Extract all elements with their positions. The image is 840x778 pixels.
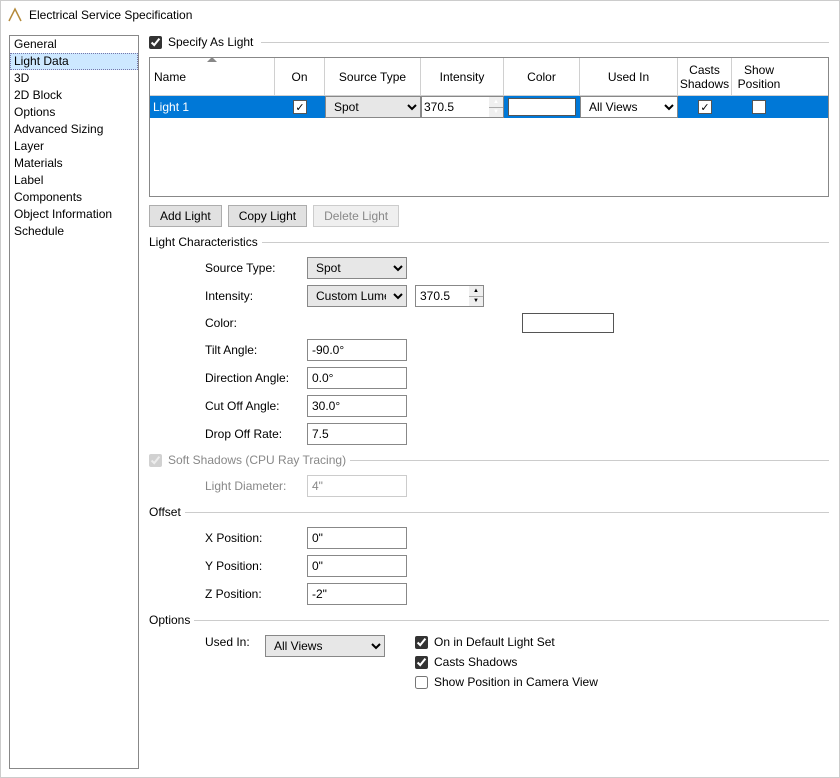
options-casts-shadows-label: Casts Shadows	[434, 655, 517, 669]
light-diameter-label: Light Diameter:	[205, 479, 299, 493]
cut-off-angle-field[interactable]	[307, 395, 407, 417]
col-used-in[interactable]: Used In	[580, 58, 678, 95]
sidebar-item-label[interactable]: Label	[10, 172, 138, 189]
offset-legend: Offset	[149, 505, 185, 519]
x-position-label: X Position:	[205, 531, 299, 545]
grid-buttons: Add Light Copy Light Delete Light	[149, 205, 829, 227]
grid-row[interactable]: Light 1 Spot ▲▼	[150, 96, 828, 118]
specify-as-light-label: Specify As Light	[168, 35, 253, 49]
sort-asc-icon	[207, 57, 217, 62]
col-color[interactable]: Color	[504, 58, 580, 95]
sidebar-item-materials[interactable]: Materials	[10, 155, 138, 172]
direction-angle-label: Direction Angle:	[205, 371, 299, 385]
z-position-label: Z Position:	[205, 587, 299, 601]
col-on[interactable]: On	[275, 58, 325, 95]
direction-angle-field[interactable]	[307, 367, 407, 389]
col-casts-shadows[interactable]: Casts Shadows	[678, 58, 732, 95]
options-legend: Options	[149, 613, 194, 627]
cell-source-type[interactable]: Spot	[325, 96, 421, 118]
show-position-checkbox[interactable]	[752, 100, 766, 114]
source-type-select[interactable]: Spot	[325, 96, 421, 118]
sidebar-item-light-data[interactable]: Light Data	[10, 53, 138, 70]
tilt-angle-label: Tilt Angle:	[205, 343, 299, 357]
dialog-window: Electrical Service Specification General…	[0, 0, 840, 778]
cell-casts-shadows[interactable]	[678, 96, 732, 118]
source-type-field[interactable]: Spot	[307, 257, 407, 279]
soft-shadows-input	[149, 454, 162, 467]
y-position-label: Y Position:	[205, 559, 299, 573]
sidebar-item-advanced-sizing[interactable]: Advanced Sizing	[10, 121, 138, 138]
on-in-default-input[interactable]	[415, 636, 428, 649]
on-checkbox[interactable]	[293, 100, 307, 114]
options-used-in-field[interactable]: All Views	[265, 635, 385, 657]
col-source-type[interactable]: Source Type	[325, 58, 421, 95]
color-label: Color:	[205, 316, 299, 330]
options-show-position-checkbox[interactable]: Show Position in Camera View	[415, 675, 598, 689]
drop-off-rate-field[interactable]	[307, 423, 407, 445]
sidebar-item-options[interactable]: Options	[10, 104, 138, 121]
z-position-field[interactable]	[307, 583, 407, 605]
cell-on[interactable]	[275, 96, 325, 118]
cut-off-angle-label: Cut Off Angle:	[205, 399, 299, 413]
sidebar-item-2d-block[interactable]: 2D Block	[10, 87, 138, 104]
light-characteristics-legend: Light Characteristics	[149, 235, 262, 249]
sidebar-item-object-information[interactable]: Object Information	[10, 206, 138, 223]
y-position-field[interactable]	[307, 555, 407, 577]
color-swatch[interactable]	[508, 98, 576, 116]
x-position-field[interactable]	[307, 527, 407, 549]
add-light-button[interactable]: Add Light	[149, 205, 222, 227]
on-in-default-label: On in Default Light Set	[434, 635, 555, 649]
light-characteristics-group: Light Characteristics Source Type: Spot …	[149, 235, 829, 445]
intensity-value-field[interactable]	[415, 285, 469, 307]
lights-grid: Name On Source Type Intensity Color Used…	[149, 57, 829, 197]
col-name[interactable]: Name	[150, 58, 275, 95]
sidebar-item-layer[interactable]: Layer	[10, 138, 138, 155]
used-in-select[interactable]: All Views	[580, 96, 678, 118]
soft-shadows-label: Soft Shadows (CPU Ray Tracing)	[168, 453, 346, 467]
casts-shadows-checkbox[interactable]	[698, 100, 712, 114]
intensity-spinner[interactable]: ▲▼	[489, 96, 504, 118]
titlebar: Electrical Service Specification	[1, 1, 839, 29]
options-casts-shadows-input[interactable]	[415, 656, 428, 669]
options-casts-shadows-checkbox[interactable]: Casts Shadows	[415, 655, 598, 669]
cell-show-position[interactable]	[732, 96, 786, 118]
color-field[interactable]	[522, 313, 614, 333]
cell-color[interactable]	[504, 96, 580, 118]
sidebar-item-schedule[interactable]: Schedule	[10, 223, 138, 240]
offset-group: Offset X Position: Y Position: Z Positio…	[149, 505, 829, 605]
options-group: Options Used In: All Views On in Default…	[149, 613, 829, 689]
options-show-position-input[interactable]	[415, 676, 428, 689]
tilt-angle-field[interactable]	[307, 339, 407, 361]
options-show-position-label: Show Position in Camera View	[434, 675, 598, 689]
grid-header-row: Name On Source Type Intensity Color Used…	[150, 58, 828, 96]
intensity-input[interactable]	[421, 96, 489, 118]
category-sidebar[interactable]: General Light Data 3D 2D Block Options A…	[9, 35, 139, 769]
delete-light-button: Delete Light	[313, 205, 399, 227]
options-used-in-label: Used In:	[205, 635, 257, 649]
sidebar-item-general[interactable]: General	[10, 36, 138, 53]
dialog-title: Electrical Service Specification	[29, 8, 192, 22]
sidebar-item-3d[interactable]: 3D	[10, 70, 138, 87]
intensity-value-spinner[interactable]: ▲▼	[469, 285, 484, 307]
specify-as-light-checkbox[interactable]: Specify As Light	[149, 35, 253, 49]
cell-used-in[interactable]: All Views	[580, 96, 678, 118]
divider	[261, 42, 829, 43]
electrical-spec-icon	[7, 7, 23, 23]
copy-light-button[interactable]: Copy Light	[228, 205, 307, 227]
cell-name[interactable]: Light 1	[150, 96, 275, 118]
soft-shadows-group: Soft Shadows (CPU Ray Tracing) Light Dia…	[149, 453, 829, 497]
col-show-position[interactable]: Show Position	[732, 58, 786, 95]
source-type-label: Source Type:	[205, 261, 299, 275]
col-intensity[interactable]: Intensity	[421, 58, 504, 95]
light-diameter-field	[307, 475, 407, 497]
drop-off-rate-label: Drop Off Rate:	[205, 427, 299, 441]
main-panel: Specify As Light Name On Source Type Int…	[149, 35, 831, 769]
on-in-default-checkbox[interactable]: On in Default Light Set	[415, 635, 598, 649]
intensity-mode-field[interactable]: Custom Lumens	[307, 285, 407, 307]
cell-intensity[interactable]: ▲▼	[421, 96, 504, 118]
soft-shadows-checkbox: Soft Shadows (CPU Ray Tracing)	[149, 453, 346, 467]
intensity-label: Intensity:	[205, 289, 299, 303]
sidebar-item-components[interactable]: Components	[10, 189, 138, 206]
specify-as-light-input[interactable]	[149, 36, 162, 49]
